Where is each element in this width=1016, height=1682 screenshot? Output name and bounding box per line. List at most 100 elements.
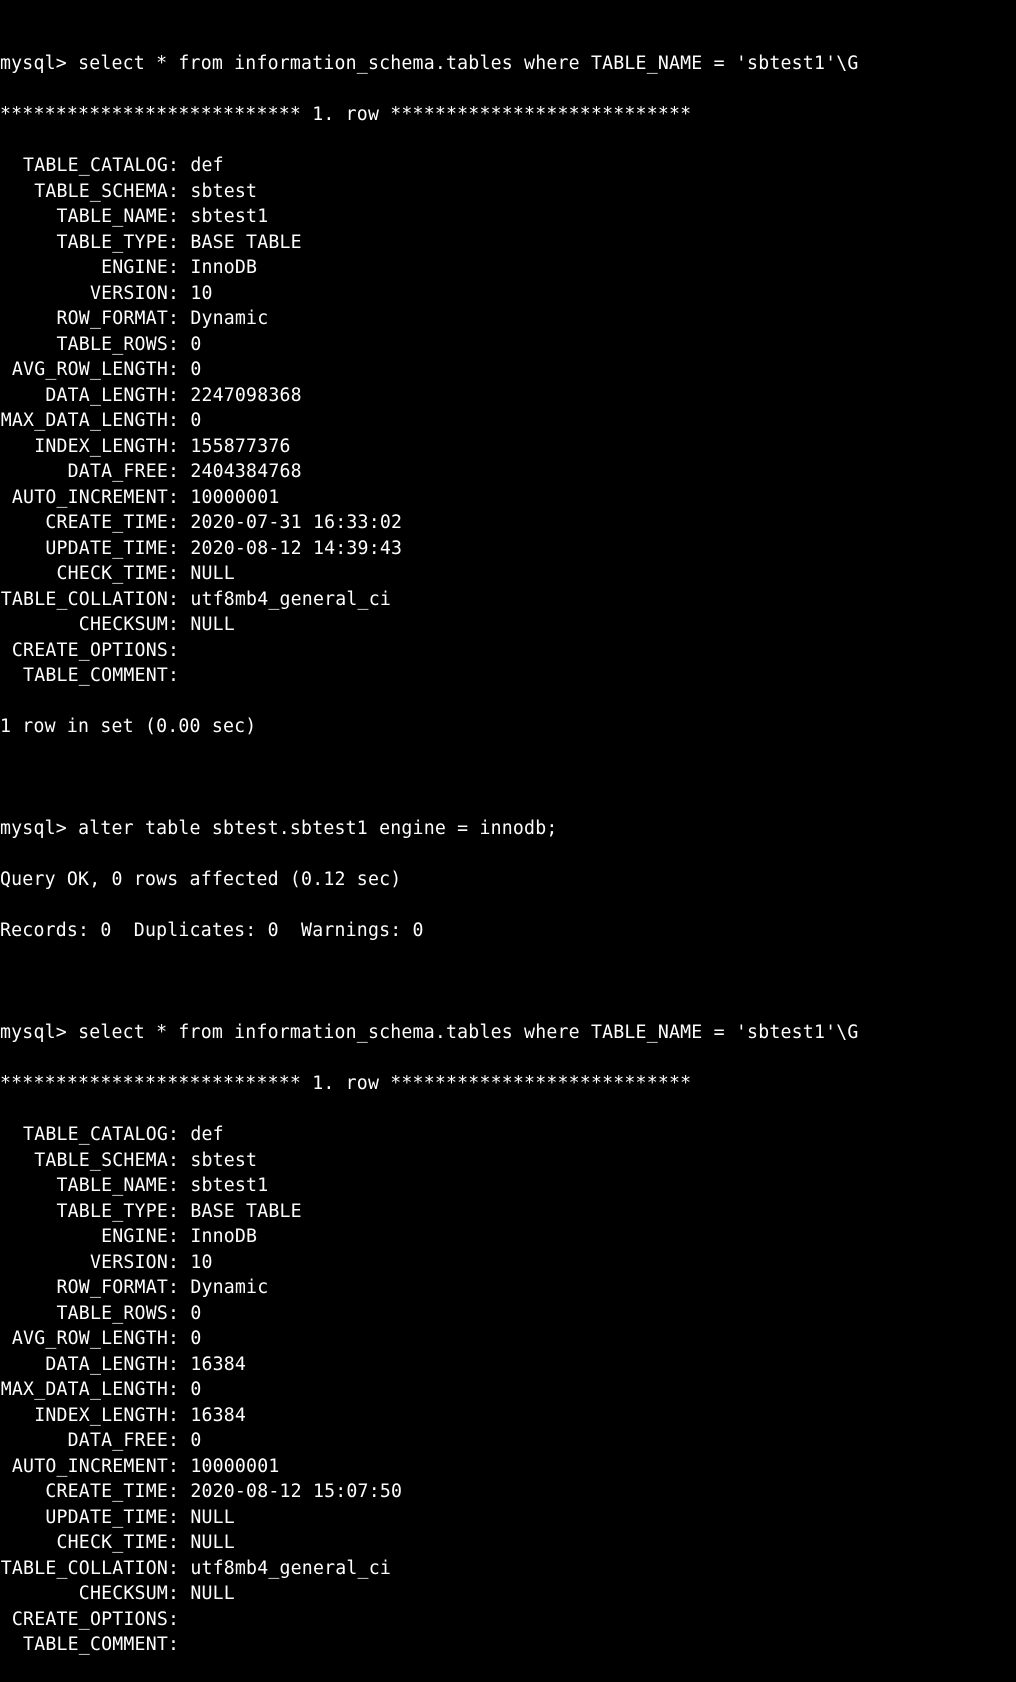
colon-separator: : [168,1454,190,1480]
result-key: VERSION [0,1250,168,1276]
result-key: DATA_LENGTH [0,1352,168,1378]
result-key: TABLE_COMMENT [0,1632,168,1658]
result-row: AUTO_INCREMENT: 10000001 [0,485,1016,511]
result-row: INDEX_LENGTH: 16384 [0,1403,1016,1429]
result-value: utf8mb4_general_ci [190,1556,1016,1582]
result-row: TABLE_COMMENT: [0,1632,1016,1658]
result-key: DATA_FREE [0,459,168,485]
result-row: CREATE_OPTIONS: [0,1607,1016,1633]
result-value: 0 [190,408,1016,434]
result-row: DATA_FREE: 0 [0,1428,1016,1454]
colon-separator: : [168,332,190,358]
result-row: TABLE_CATALOG: def [0,153,1016,179]
result-row: TABLE_COMMENT: [0,663,1016,689]
result-key: TABLE_COLLATION [0,1556,168,1582]
result-key: INDEX_LENGTH [0,1403,168,1429]
result-key: INDEX_LENGTH [0,434,168,460]
colon-separator: : [168,1479,190,1505]
result-row: AVG_ROW_LENGTH: 0 [0,1326,1016,1352]
result-value: 0 [190,1377,1016,1403]
result-key: DATA_LENGTH [0,383,168,409]
result-key: TABLE_TYPE [0,1199,168,1225]
result-key: CHECK_TIME [0,1530,168,1556]
set-summary-1: 1 row in set (0.00 sec) [0,714,1016,740]
terminal-output[interactable]: mysql> select * from information_schema.… [0,0,1016,1682]
result-value: sbtest1 [190,204,1016,230]
result-row: DATA_FREE: 2404384768 [0,459,1016,485]
result-value: 10 [190,1250,1016,1276]
result-key: CREATE_TIME [0,1479,168,1505]
result-key: TABLE_COMMENT [0,663,168,689]
result-row: TABLE_SCHEMA: sbtest [0,179,1016,205]
prompt: mysql> [0,818,67,839]
colon-separator: : [168,1148,190,1174]
result-value: 155877376 [190,434,1016,460]
result-key: UPDATE_TIME [0,536,168,562]
query-text: alter table sbtest.sbtest1 engine = inno… [78,818,557,839]
result-block-1: TABLE_CATALOG: defTABLE_SCHEMA: sbtestTA… [0,153,1016,689]
colon-separator: : [168,1377,190,1403]
result-row: UPDATE_TIME: NULL [0,1505,1016,1531]
result-row: DATA_LENGTH: 2247098368 [0,383,1016,409]
result-value: 10 [190,281,1016,307]
result-row: TABLE_COLLATION: utf8mb4_general_ci [0,1556,1016,1582]
result-value: 10000001 [190,485,1016,511]
query-line-2: mysql> alter table sbtest.sbtest1 engine… [0,816,1016,842]
colon-separator: : [168,1403,190,1429]
result-row: INDEX_LENGTH: 155877376 [0,434,1016,460]
result-value: InnoDB [190,1224,1016,1250]
colon-separator: : [168,612,190,638]
colon-separator: : [168,536,190,562]
colon-separator: : [168,1122,190,1148]
colon-separator: : [168,1556,190,1582]
result-value [190,1632,1016,1658]
result-value: def [190,1122,1016,1148]
result-row: TABLE_SCHEMA: sbtest [0,1148,1016,1174]
result-key: AUTO_INCREMENT [0,485,168,511]
query-line-1: mysql> select * from information_schema.… [0,51,1016,77]
result-key: AVG_ROW_LENGTH [0,357,168,383]
result-key: AVG_ROW_LENGTH [0,1326,168,1352]
result-key: AUTO_INCREMENT [0,1454,168,1480]
colon-separator: : [168,1607,190,1633]
result-row: CREATE_TIME: 2020-07-31 16:33:02 [0,510,1016,536]
result-key: TABLE_NAME [0,1173,168,1199]
result-value: NULL [190,561,1016,587]
colon-separator: : [168,357,190,383]
result-row: TABLE_COLLATION: utf8mb4_general_ci [0,587,1016,613]
colon-separator: : [168,434,190,460]
result-value: 2020-08-12 15:07:50 [190,1479,1016,1505]
query-text: select * from information_schema.tables … [78,1022,859,1043]
result-key: CREATE_OPTIONS [0,1607,168,1633]
result-row: CHECKSUM: NULL [0,612,1016,638]
result-row: MAX_DATA_LENGTH: 0 [0,408,1016,434]
result-key: TABLE_ROWS [0,332,168,358]
result-row: TABLE_ROWS: 0 [0,332,1016,358]
colon-separator: : [168,1199,190,1225]
result-key: TABLE_TYPE [0,230,168,256]
result-key: CREATE_OPTIONS [0,638,168,664]
result-value: sbtest [190,179,1016,205]
colon-separator: : [168,230,190,256]
result-row: ROW_FORMAT: Dynamic [0,1275,1016,1301]
row-separator-1: *************************** 1. row *****… [0,102,1016,128]
result-key: MAX_DATA_LENGTH [0,1377,168,1403]
result-value [190,1607,1016,1633]
colon-separator: : [168,1275,190,1301]
colon-separator: : [168,408,190,434]
result-value: sbtest [190,1148,1016,1174]
colon-separator: : [168,1301,190,1327]
result-key: TABLE_SCHEMA [0,179,168,205]
result-value: utf8mb4_general_ci [190,587,1016,613]
colon-separator: : [168,204,190,230]
colon-separator: : [168,510,190,536]
result-value: 2404384768 [190,459,1016,485]
result-value: 2020-07-31 16:33:02 [190,510,1016,536]
result-row: CHECKSUM: NULL [0,1581,1016,1607]
alter-result-line-2: Records: 0 Duplicates: 0 Warnings: 0 [0,918,1016,944]
result-value: 2247098368 [190,383,1016,409]
result-value: 16384 [190,1403,1016,1429]
result-value [190,638,1016,664]
result-row: CREATE_TIME: 2020-08-12 15:07:50 [0,1479,1016,1505]
colon-separator: : [168,587,190,613]
